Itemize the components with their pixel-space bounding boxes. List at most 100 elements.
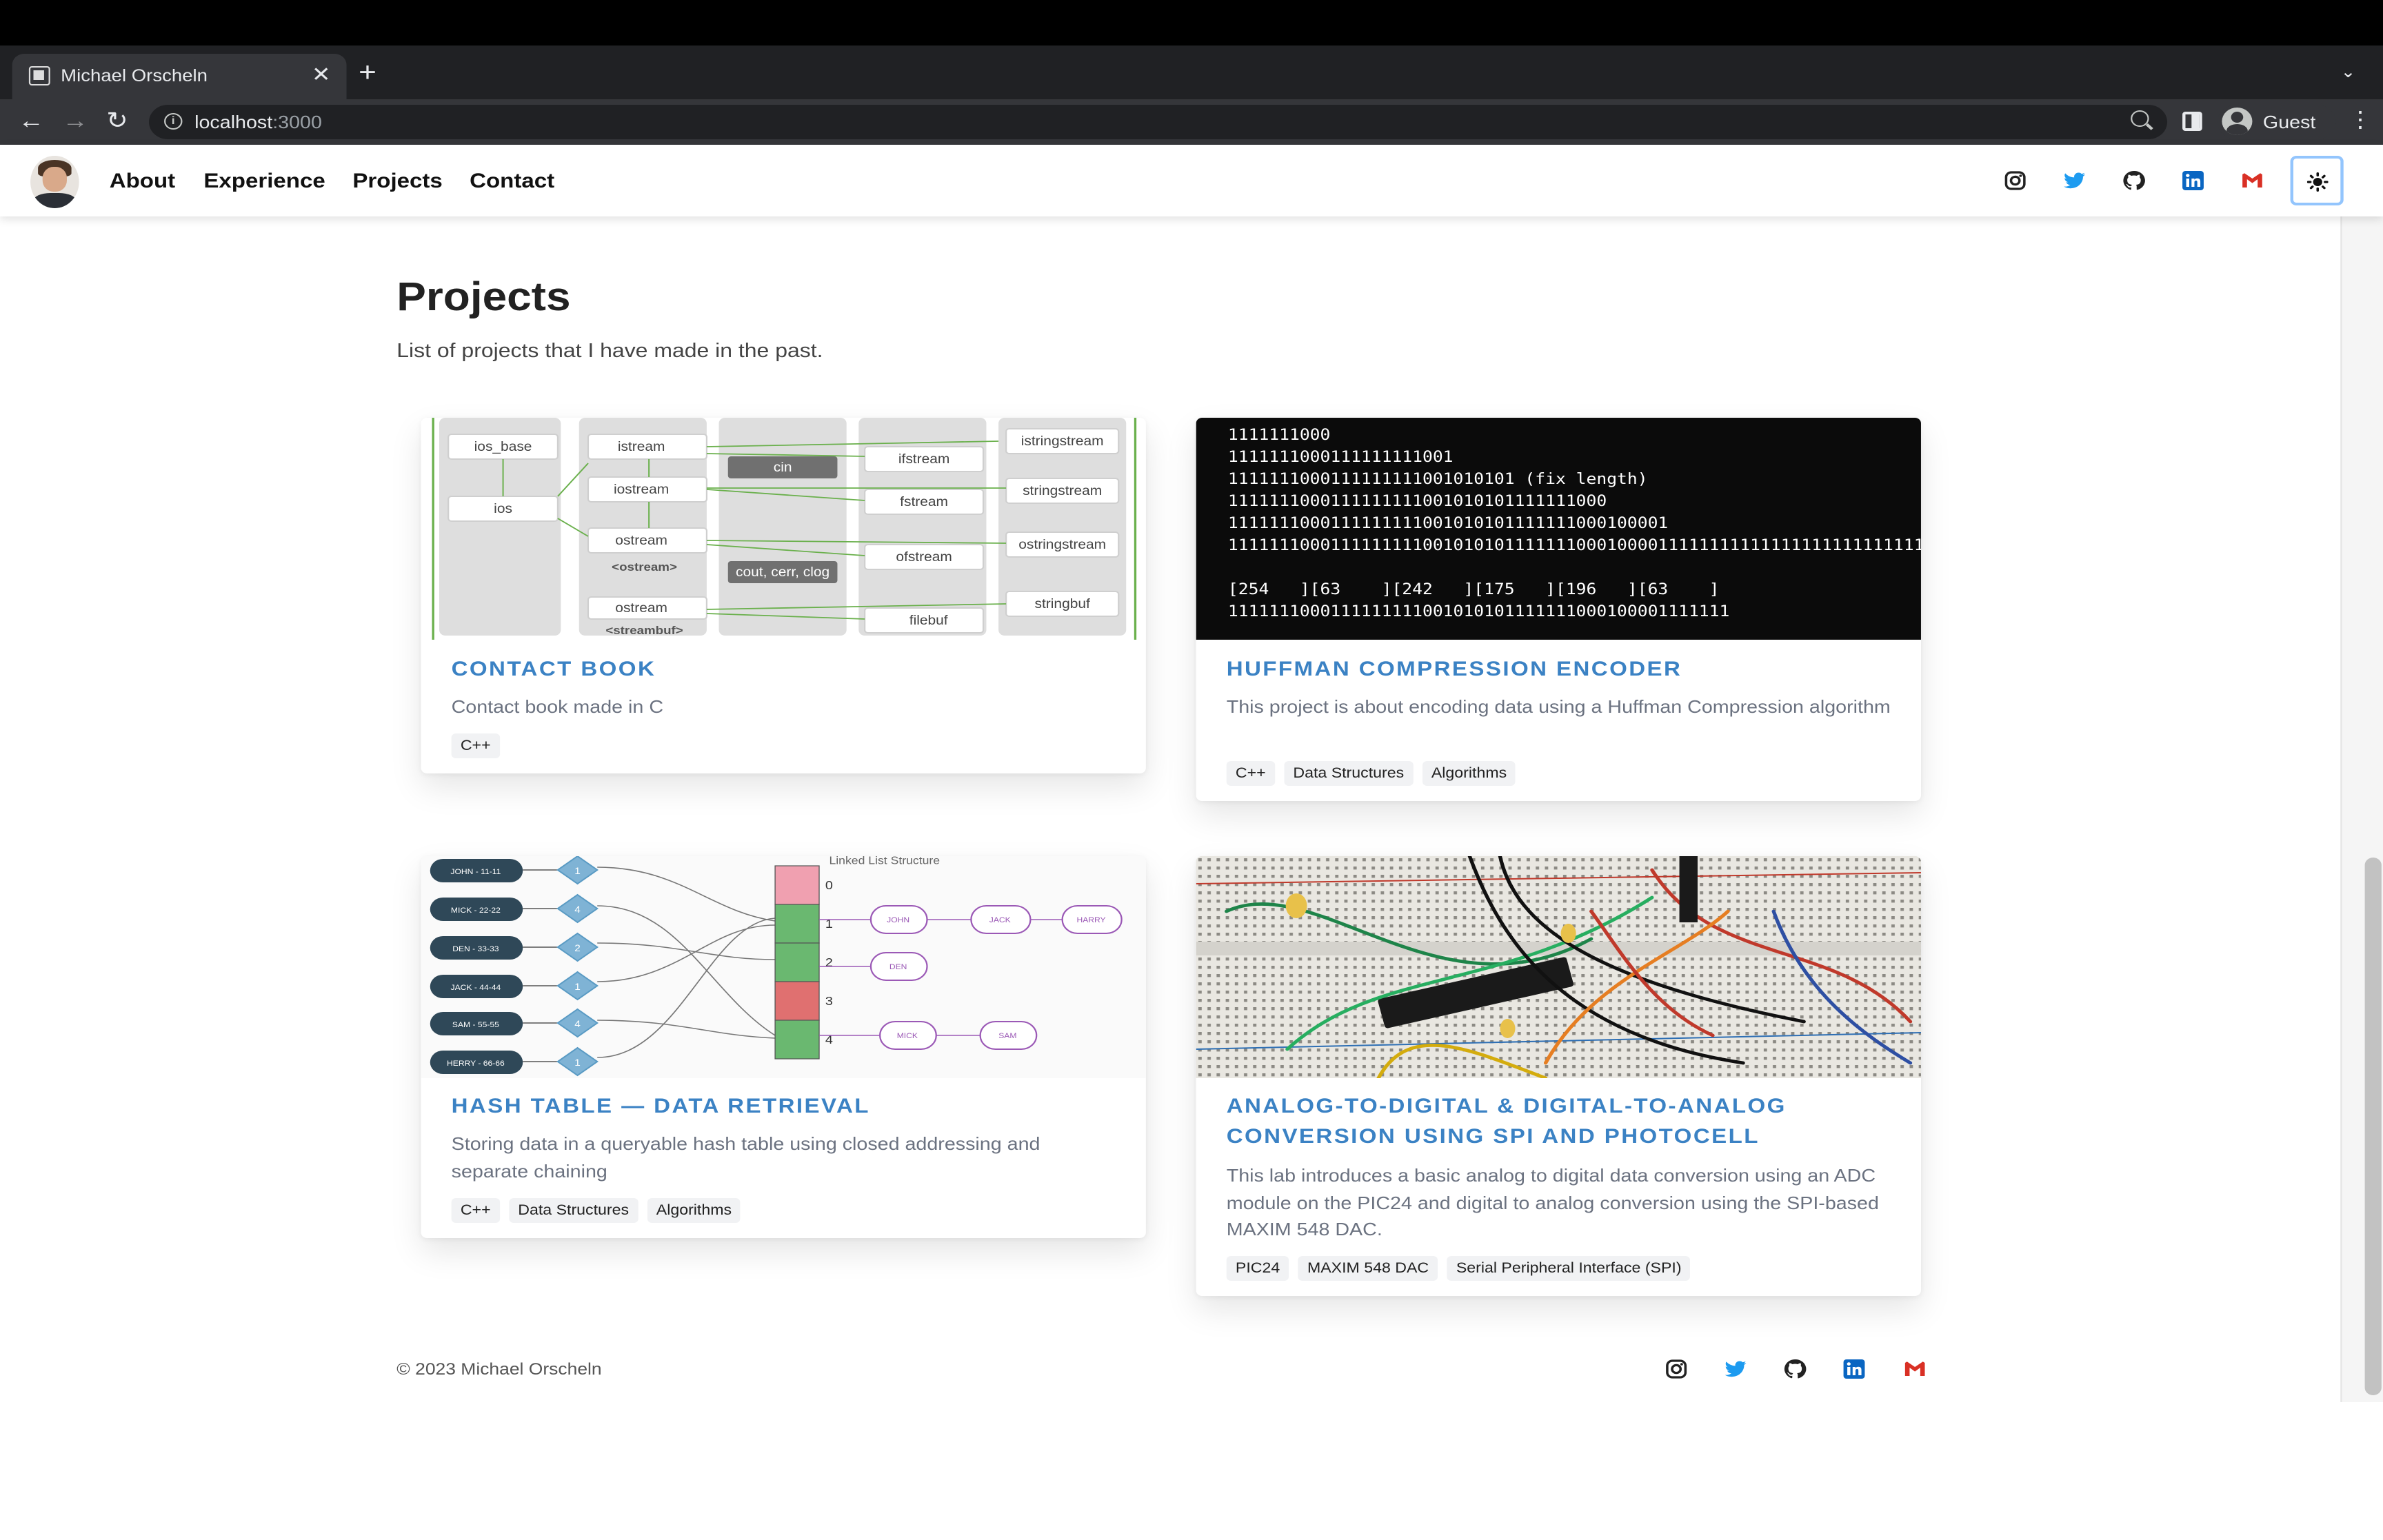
terminal-line: 1111111000	[1227, 426, 1331, 444]
project-description: Contact book made in C	[451, 696, 664, 717]
terminal-line: [254 ][63 ][242 ][175 ][196 ][63 ]	[1227, 580, 1720, 598]
terminal-line: 1111111000111111111001010101111111000	[1227, 492, 1607, 510]
linked-node-label: HARRY	[1076, 916, 1105, 924]
project-title[interactable]: HUFFMAN COMPRESSION ENCODER	[1227, 655, 1682, 685]
reload-button[interactable]: ↻	[106, 108, 128, 135]
linked-node-label: DEN	[889, 963, 907, 971]
diagram-label: istringstream	[1021, 434, 1104, 449]
project-title[interactable]: CONTACT BOOK	[452, 655, 656, 685]
project-image-iostream-diagram: ios_base ios istream iostream ostream <o…	[421, 418, 1146, 640]
diagram-label: ostringstream	[1018, 538, 1106, 552]
project-tags: PIC24 MAXIM 548 DAC Serial Peripheral In…	[1226, 1256, 1691, 1281]
back-button[interactable]: ←	[18, 108, 43, 135]
profile-avatar[interactable]	[30, 156, 79, 208]
diagram-label: cout, cerr, clog	[736, 565, 829, 580]
zoom-search-icon[interactable]	[2131, 110, 2149, 127]
github-icon[interactable]	[1782, 1358, 1807, 1380]
twitter-icon[interactable]	[2062, 170, 2087, 192]
forward-button[interactable]: →	[62, 108, 88, 135]
page-scrollbar[interactable]	[2340, 216, 2383, 1402]
close-tab-icon[interactable]: ✕	[312, 62, 331, 87]
diagram-label: cin	[774, 460, 792, 475]
terminal-line: 1111111000111111111001010101111111000100…	[1227, 602, 1730, 620]
diagram-label: ostream	[615, 601, 667, 616]
linked-node-label: JACK	[989, 916, 1011, 924]
diagram-label: istream	[618, 440, 665, 454]
diagram-label: iostream	[614, 483, 669, 497]
tab-search-button[interactable]: ⌄	[2340, 62, 2355, 81]
instagram-icon[interactable]	[1664, 1358, 1688, 1380]
terminal-line: 1111111000111111111001	[1227, 448, 1454, 466]
tag: MAXIM 548 DAC	[1298, 1256, 1438, 1281]
browser-toolbar: ← → ↻ i localhost:3000 Guest ⋮	[0, 99, 2383, 145]
tag: Data Structures	[1284, 761, 1414, 786]
terminal-line: 1111111000111111111001010101 (fix length…	[1227, 470, 1648, 488]
tag: Algorithms	[1422, 761, 1516, 786]
diagram-label: fstream	[900, 495, 948, 509]
project-card-contact-book[interactable]: ios_base ios istream iostream ostream <o…	[421, 418, 1146, 773]
nav-link-contact[interactable]: Contact	[470, 170, 554, 193]
site-info-icon[interactable]: i	[164, 113, 183, 130]
nav-link-projects[interactable]: Projects	[352, 170, 442, 193]
hash-key-label: SAM - 55-55	[452, 1021, 499, 1029]
side-panel-icon[interactable]	[2182, 112, 2202, 131]
project-card-adc-dac[interactable]: ANALOG-TO-DIGITAL & DIGITAL-TO-ANALOG CO…	[1196, 856, 1921, 1296]
footer-copyright: © 2023 Michael Orscheln	[396, 1359, 602, 1379]
screen: Michael Orscheln ✕ + ⌄ ← → ↻ i localhost…	[0, 0, 2383, 1540]
hash-value: 4	[574, 1020, 581, 1030]
address-bar[interactable]: i localhost:3000	[149, 105, 2168, 139]
project-title[interactable]: ANALOG-TO-DIGITAL & DIGITAL-TO-ANALOG CO…	[1227, 1092, 1896, 1153]
hash-key-label: JOHN - 11-11	[450, 868, 501, 875]
browser-tab-strip: Michael Orscheln ✕ + ⌄	[0, 45, 2383, 99]
url-text: localhost:3000	[194, 112, 322, 132]
project-image-terminal-output: 1111111000 1111111000111111111001 11111110…	[1196, 418, 1921, 640]
profile-button[interactable]: Guest	[2217, 105, 2336, 139]
tag: Serial Peripheral Interface (SPI)	[1447, 1256, 1691, 1281]
linkedin-icon[interactable]	[2181, 170, 2205, 192]
project-title[interactable]: HASH TABLE — DATA RETRIEVAL	[452, 1092, 870, 1122]
diagram-label: ios	[494, 502, 512, 516]
linked-node-label: JOHN	[887, 916, 909, 924]
page-subtitle: List of projects that I have made in the…	[396, 341, 823, 363]
hash-value: 1	[574, 867, 581, 877]
bucket-index: 0	[825, 879, 833, 893]
project-card-huffman[interactable]: 1111111000 1111111000111111111001 11111110…	[1196, 418, 1921, 801]
sun-icon	[2306, 172, 2329, 192]
linked-node-label: SAM	[998, 1032, 1016, 1040]
project-description: Storing data in a queryable hash table u…	[451, 1133, 1040, 1181]
system-top-bar	[0, 0, 2383, 45]
page-title: Projects	[396, 276, 571, 320]
browser-tab[interactable]: Michael Orscheln ✕	[12, 54, 347, 99]
hash-key-label: DEN - 33-33	[452, 945, 499, 953]
tag: Algorithms	[647, 1198, 741, 1223]
project-image-breadboard-photo	[1196, 856, 1921, 1078]
tab-title: Michael Orscheln	[61, 66, 208, 85]
diagram-label: ofstream	[896, 550, 952, 565]
diagram-label: stringstream	[1023, 484, 1102, 498]
twitter-icon[interactable]	[1723, 1358, 1747, 1380]
tag: C++	[1226, 761, 1275, 786]
gmail-icon[interactable]	[2240, 170, 2264, 192]
gmail-icon[interactable]	[1903, 1358, 1927, 1380]
github-icon[interactable]	[2122, 170, 2146, 192]
diagram-label: <ostream>	[612, 560, 677, 574]
project-tags: C++ Data Structures Algorithms	[1226, 761, 1516, 786]
hash-value: 1	[574, 1058, 581, 1068]
nav-link-about[interactable]: About	[110, 170, 175, 193]
browser-menu-button[interactable]: ⋮	[2348, 108, 2372, 135]
new-tab-button[interactable]: +	[359, 59, 376, 87]
nav-link-experience[interactable]: Experience	[203, 170, 325, 193]
linkedin-icon[interactable]	[1842, 1358, 1866, 1380]
diagram-label: ostream	[615, 534, 667, 548]
diagram-label: ifstream	[898, 452, 949, 467]
theme-toggle-button[interactable]	[2290, 156, 2344, 205]
diagram-label: filebuf	[909, 614, 948, 628]
hash-key-label: MICK - 22-22	[451, 906, 501, 914]
instagram-icon[interactable]	[2003, 170, 2027, 192]
diagram-caption: Linked List Structure	[829, 856, 940, 867]
project-card-hash-table[interactable]: Linked List Structure JOHN - 11-11 MICK …	[421, 856, 1146, 1238]
project-tags: C++ Data Structures Algorithms	[451, 1198, 741, 1223]
scrollbar-thumb[interactable]	[2364, 858, 2382, 1395]
linked-node-label: MICK	[897, 1032, 918, 1040]
